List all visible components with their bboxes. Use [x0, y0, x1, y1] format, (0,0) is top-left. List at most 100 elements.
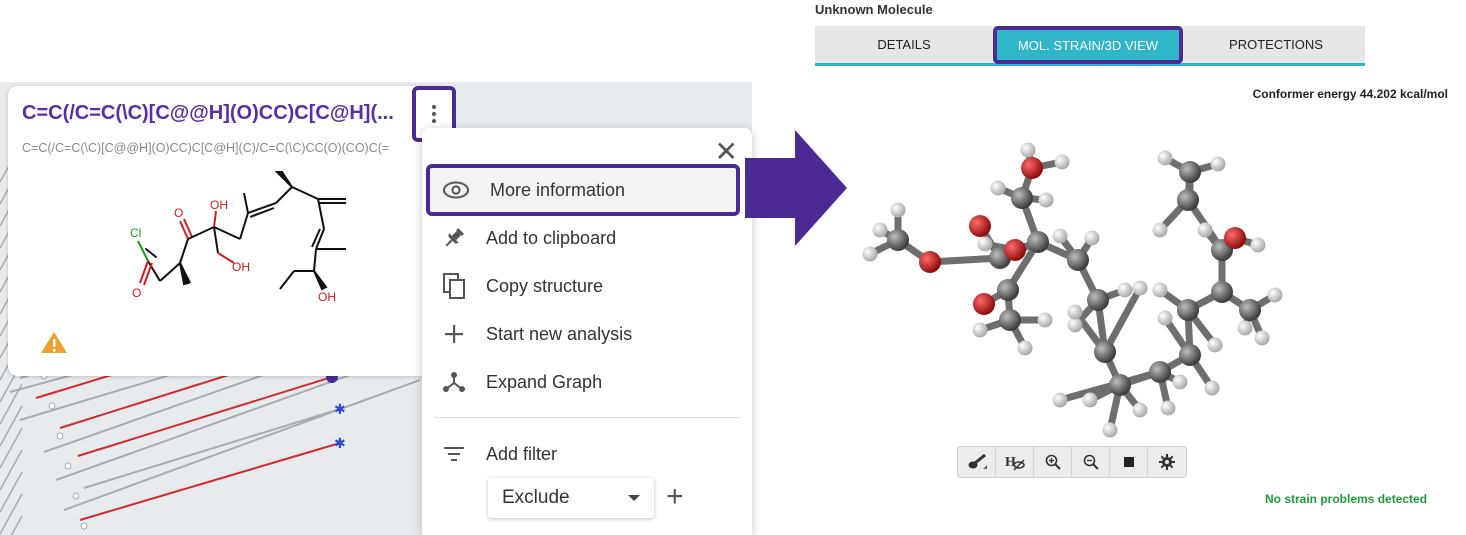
graph-node[interactable]	[56, 432, 64, 440]
atom	[969, 215, 991, 237]
strain-status: No strain problems detected	[1265, 492, 1428, 506]
tab-protections[interactable]: PROTECTIONS	[1187, 26, 1365, 63]
atom	[1204, 380, 1220, 396]
atom	[972, 322, 988, 338]
atom	[1052, 228, 1068, 244]
atom	[1117, 282, 1133, 298]
atom	[887, 229, 909, 251]
atom	[1250, 237, 1266, 253]
graph-node-star[interactable]: ✱	[334, 401, 346, 417]
atom	[1267, 287, 1283, 303]
oxygen-label: O	[132, 286, 141, 300]
menu-item-label: Copy structure	[486, 275, 604, 296]
atom	[1149, 361, 1171, 383]
atom	[1087, 289, 1109, 311]
filter-mode-select[interactable]: Exclude	[488, 478, 654, 518]
atom	[973, 293, 995, 315]
atom	[872, 222, 888, 238]
atom	[1094, 341, 1116, 363]
conformer-energy: Conformer energy 44.202 kcal/mol	[1252, 87, 1448, 101]
atom	[1067, 304, 1083, 320]
tab-mol-strain-3d-view[interactable]: MOL. STRAIN/3D VIEW	[993, 26, 1183, 64]
filter-mode-value: Exclude	[502, 487, 570, 508]
menu-item-add-to-clipboard[interactable]: Add to clipboard	[422, 214, 752, 262]
atom	[1037, 312, 1053, 328]
settings-icon[interactable]	[1148, 447, 1186, 477]
graph-node[interactable]	[48, 402, 56, 410]
molecule-smiles: C=C(/C=C(\C)[C@@H](O)CC)C[C@H](C)/C=C(\C…	[22, 141, 390, 155]
menu-item-add-filter[interactable]: Add filter	[422, 430, 752, 478]
hydroxyl-label: OH	[318, 290, 336, 304]
eye-icon	[430, 181, 482, 199]
menu-item-label: Expand Graph	[486, 371, 603, 392]
hydroxyl-label: OH	[210, 198, 228, 212]
atom	[1017, 340, 1033, 356]
menu-item-label: Add filter	[486, 443, 558, 464]
tab-bar: DETAILS MOL. STRAIN/3D VIEW PROTECTIONS	[815, 26, 1365, 66]
menu-divider	[434, 417, 740, 418]
add-filter-button[interactable]: +	[666, 480, 684, 514]
atom	[1254, 330, 1270, 346]
menu-item-start-new-analysis[interactable]: Start new analysis	[422, 310, 752, 358]
atom	[999, 309, 1021, 331]
menu-item-more-information[interactable]: More information	[426, 164, 740, 216]
graph-edge	[63, 379, 421, 511]
graph-edge	[0, 449, 23, 491]
context-menu: ✕ More information Add to clipboard Copy…	[422, 128, 752, 535]
background-icon[interactable]	[1110, 447, 1148, 477]
close-icon[interactable]: ✕	[715, 138, 738, 166]
graph-edge	[0, 405, 23, 447]
atom	[1179, 161, 1201, 183]
graph-edge	[0, 427, 23, 469]
molecule-3d-viewer[interactable]	[850, 140, 1290, 440]
atom	[1067, 317, 1083, 333]
hydroxyl-label: OH	[232, 260, 250, 274]
filter-icon	[422, 446, 486, 462]
zoom-out-icon[interactable]	[1072, 447, 1110, 477]
atom	[1211, 281, 1233, 303]
atom	[1004, 239, 1026, 261]
atom	[919, 251, 941, 273]
atom	[1067, 249, 1089, 271]
viewer-toolbar: H	[957, 446, 1187, 478]
atom	[1102, 422, 1118, 438]
atom	[1157, 310, 1173, 326]
atom	[1152, 222, 1168, 238]
atom	[1038, 192, 1054, 208]
menu-item-copy-structure[interactable]: Copy structure	[422, 262, 752, 310]
plus-icon	[422, 324, 486, 344]
arrow-right-icon	[745, 130, 847, 246]
chevron-down-icon	[628, 495, 640, 501]
menu-item-expand-graph[interactable]: Expand Graph	[422, 358, 752, 406]
chlorine-label: Cl	[130, 226, 141, 240]
atom	[1237, 320, 1253, 336]
graph-edge	[0, 471, 23, 513]
zoom-in-icon[interactable]	[1034, 447, 1072, 477]
atom	[1027, 231, 1049, 253]
graph-icon	[422, 371, 486, 393]
hydrogen-toggle-icon[interactable]: H	[996, 447, 1034, 477]
atom	[1197, 222, 1213, 238]
atom	[1177, 299, 1199, 321]
kebab-icon	[432, 105, 436, 123]
molecule-card[interactable]: C=C(/C=C(\C)[C@@H](O)CC)C[C@H](... C=C(/…	[8, 86, 448, 376]
atom	[890, 202, 906, 218]
graph-node[interactable]	[80, 522, 88, 530]
graph-node[interactable]	[64, 462, 72, 470]
graph-node[interactable]	[72, 492, 80, 500]
menu-item-label: Add to clipboard	[486, 227, 617, 248]
tab-details[interactable]: DETAILS	[815, 26, 993, 63]
copy-icon	[422, 273, 486, 299]
atom	[1160, 400, 1176, 416]
atom	[1152, 282, 1168, 298]
atom	[1172, 374, 1188, 390]
atom	[1021, 157, 1043, 179]
warning-icon[interactable]	[40, 330, 68, 354]
style-brush-icon[interactable]	[958, 447, 996, 477]
atom	[1020, 142, 1036, 158]
molecule-title[interactable]: C=C(/C=C(\C)[C@@H](O)CC)C[C@H](...	[22, 102, 407, 125]
graph-node-star[interactable]: ✱	[334, 435, 346, 451]
menu-item-label: More information	[490, 179, 626, 200]
atom	[1239, 299, 1261, 321]
atom	[1132, 402, 1148, 418]
